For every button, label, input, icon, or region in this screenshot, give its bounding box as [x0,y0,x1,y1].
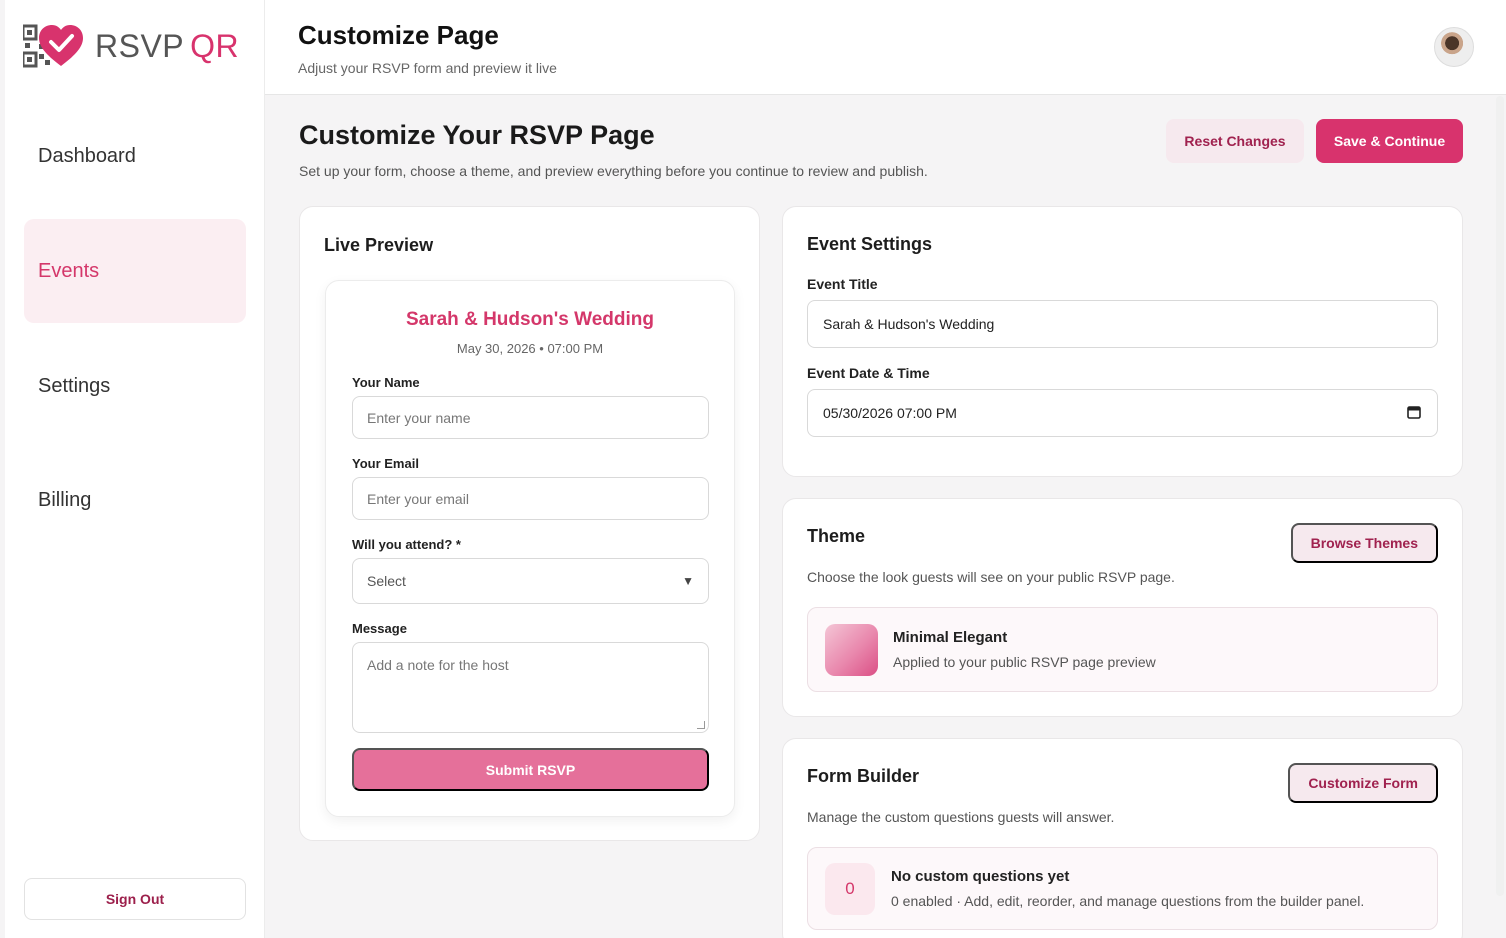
event-datetime-value: 05/30/2026 07:00 PM [823,405,957,421]
event-title-label: Event Title [807,276,878,292]
message-label: Message [352,621,407,636]
theme-heading: Theme [807,526,866,546]
header-title: Customize Page [298,20,499,50]
email-input[interactable]: Enter your email [352,477,709,520]
header-subtitle: Adjust your RSVP form and preview it liv… [298,60,557,76]
message-placeholder: Add a note for the host [367,657,509,673]
calendar-icon[interactable] [1407,405,1421,422]
top-header: Customize Page Adjust your RSVP form and… [265,0,1506,95]
theme-card: Theme Browse Themes Choose the look gues… [782,498,1463,717]
main-scrollbar[interactable] [1496,96,1504,896]
page-subtitle: Set up your form, choose a theme, and pr… [299,163,928,179]
preview-event-date: May 30, 2026 • 07:00 PM [456,341,604,356]
attend-select[interactable]: Select ▼ [352,558,709,604]
question-count-badge: 0 [825,863,875,915]
event-title-input[interactable]: Sarah & Hudson's Wedding [807,300,1438,348]
selected-theme-description: Applied to your public RSVP page preview [893,654,1156,670]
attend-selected-value: Select [367,573,406,589]
theme-swatch [825,624,878,676]
rsvp-form-preview: Sarah & Hudson's Wedding May 30, 2026 • … [325,280,735,817]
brand-logo[interactable]: RSVP QR [21,24,240,68]
name-input[interactable]: Enter your name [352,396,709,439]
live-preview-card: Live Preview Sarah & Hudson's Wedding Ma… [299,206,760,841]
form-builder-description: Manage the custom questions guests will … [807,809,1115,825]
sidebar-item-dashboard[interactable]: Dashboard [24,104,246,208]
event-datetime-input[interactable]: 05/30/2026 07:00 PM [807,389,1438,437]
reset-changes-button[interactable]: Reset Changes [1166,119,1304,163]
selected-theme[interactable]: Minimal Elegant Applied to your public R… [807,607,1438,692]
caret-down-icon: ▼ [682,574,694,588]
custom-questions-summary: 0 No custom questions yet 0 enabled · Ad… [807,847,1438,930]
resize-handle-icon[interactable] [697,721,705,729]
save-continue-button[interactable]: Save & Continue [1316,119,1463,163]
form-builder-card: Form Builder Customize Form Manage the c… [782,738,1463,938]
sidebar-item-label: Dashboard [38,144,136,167]
attend-label: Will you attend? * [352,537,461,552]
event-settings-card: Event Settings Event Title Sarah & Hudso… [782,206,1463,477]
sidebar-item-events[interactable]: Events [24,219,246,323]
email-placeholder: Enter your email [367,490,469,507]
customize-form-button[interactable]: Customize Form [1288,763,1438,803]
form-builder-heading: Form Builder [807,766,920,786]
sidebar: RSVP QR Dashboard Events Settings Billing… [5,0,265,938]
sidebar-item-label: Billing [38,488,92,511]
sidebar-item-settings[interactable]: Settings [24,334,246,438]
avatar[interactable] [1434,27,1474,67]
selected-theme-name: Minimal Elegant [893,629,1008,646]
event-title-value: Sarah & Hudson's Wedding [823,316,995,332]
sidebar-item-billing[interactable]: Billing [24,448,246,552]
event-settings-heading: Event Settings [807,234,933,254]
brand-name: RSVP QR [95,27,240,64]
browse-themes-button[interactable]: Browse Themes [1290,523,1438,563]
submit-rsvp-button[interactable]: Submit RSVP [352,748,709,791]
theme-description: Choose the look guests will see on your … [807,569,1175,585]
sign-out-button[interactable]: Sign Out [24,878,246,920]
empty-questions-title: No custom questions yet [891,868,1070,885]
name-label: Your Name [352,375,420,390]
name-placeholder: Enter your name [367,409,471,426]
preview-event-title: Sarah & Hudson's Wedding [405,309,655,330]
event-datetime-label: Event Date & Time [807,365,930,381]
live-preview-heading: Live Preview [324,235,434,255]
page-title: Customize Your RSVP Page [299,120,655,150]
empty-questions-description: 0 enabled · Add, edit, reorder, and mana… [891,893,1365,909]
email-label: Your Email [352,456,419,471]
message-textarea[interactable]: Add a note for the host [352,642,709,733]
sidebar-item-label: Events [38,259,100,282]
qr-heart-icon [21,24,85,68]
sidebar-item-label: Settings [38,374,111,397]
